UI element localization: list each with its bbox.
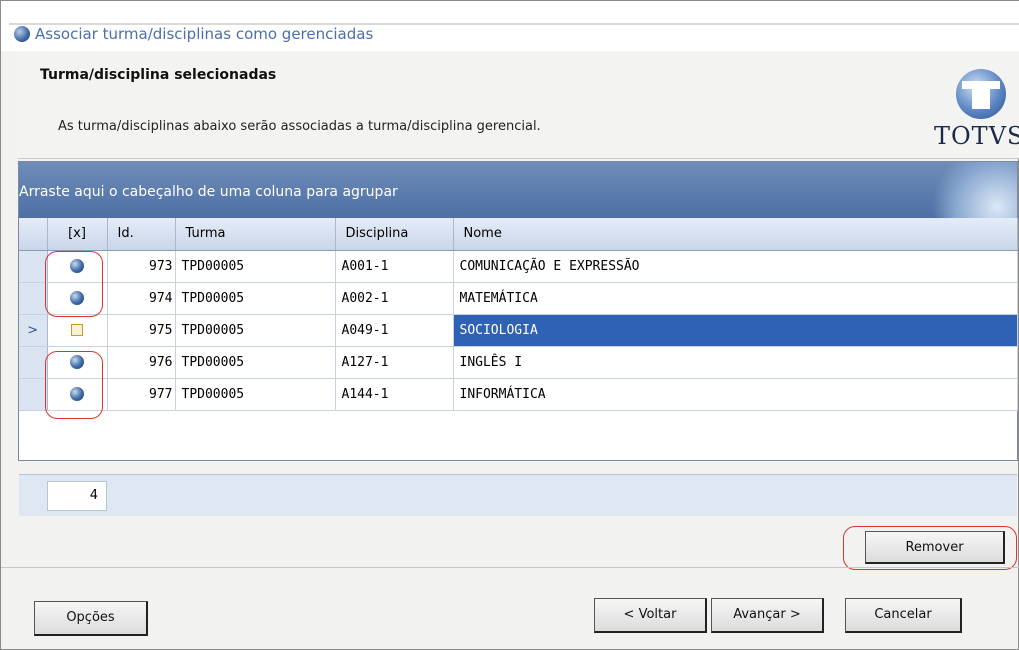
totvs-logo-text: TOTVS — [934, 122, 1019, 150]
row-count: 4 — [47, 481, 107, 511]
cell-id[interactable]: 973 — [107, 250, 176, 283]
column-header-id[interactable]: Id. — [107, 218, 176, 251]
cell-turma[interactable]: TPD00005 — [175, 282, 336, 315]
wizard-window: Associar turma/disciplinas como gerencia… — [0, 0, 1019, 650]
remover-button[interactable]: Remover — [865, 531, 1005, 564]
column-header-turma[interactable]: Turma — [175, 218, 336, 251]
select-cell[interactable] — [47, 378, 108, 411]
select-cell[interactable] — [47, 346, 108, 379]
cell-nome-selected[interactable]: SOCIOLOGIA — [453, 314, 1018, 347]
cell-turma[interactable]: TPD00005 — [175, 378, 336, 411]
column-header-select[interactable]: [x] — [47, 218, 108, 251]
column-header-nome[interactable]: Nome — [453, 218, 1018, 251]
cell-disciplina[interactable]: A127-1 — [335, 346, 454, 379]
cell-nome[interactable]: COMUNICAÇÃO E EXPRESSÃO — [453, 250, 1018, 283]
opcoes-button[interactable]: Opções — [34, 601, 148, 636]
globe-icon[interactable] — [70, 355, 84, 369]
row-indicator-header — [19, 218, 48, 251]
totvs-logo: TOTVS — [924, 59, 1019, 155]
title-bar: Associar turma/disciplinas como gerencia… — [1, 1, 1019, 51]
page-title: Turma/disciplina selecionadas — [40, 67, 277, 83]
table-row[interactable]: 974 TPD00005 A002-1 MATEMÁTICA — [19, 282, 1018, 315]
cell-nome[interactable]: INFORMÁTICA — [453, 378, 1018, 411]
footer-separator — [1, 567, 1019, 568]
row-indicator[interactable] — [19, 346, 48, 379]
totvs-globe-icon — [14, 26, 30, 42]
current-row-indicator-icon[interactable]: > — [19, 314, 48, 347]
cell-disciplina[interactable]: A049-1 — [335, 314, 454, 347]
cell-id[interactable]: 975 — [107, 314, 176, 347]
globe-icon[interactable] — [70, 259, 84, 273]
window-title: Associar turma/disciplinas como gerencia… — [35, 25, 374, 43]
checkbox-icon[interactable] — [71, 324, 83, 336]
grid-table: [x] Id. Turma Disciplina Nome 973 TPD000… — [19, 218, 1018, 411]
wizard-header: Turma/disciplina selecionadas As turma/d… — [18, 51, 1019, 159]
cell-id[interactable]: 977 — [107, 378, 176, 411]
cell-turma[interactable]: TPD00005 — [175, 250, 336, 283]
group-hint: Arraste aqui o cabeçalho de uma coluna p… — [19, 184, 398, 200]
table-row[interactable]: 977 TPD00005 A144-1 INFORMÁTICA — [19, 378, 1018, 411]
table-row[interactable]: 973 TPD00005 A001-1 COMUNICAÇÃO E EXPRES… — [19, 250, 1018, 283]
row-indicator[interactable] — [19, 378, 48, 411]
globe-icon[interactable] — [70, 387, 84, 401]
row-indicator[interactable] — [19, 282, 48, 315]
disciplinas-grid: Arraste aqui o cabeçalho de uma coluna p… — [18, 161, 1018, 516]
grid-footer: 4 — [19, 474, 1017, 516]
column-header-disciplina[interactable]: Disciplina — [335, 218, 454, 251]
voltar-button[interactable]: < Voltar — [594, 598, 707, 633]
select-cell[interactable] — [47, 282, 108, 315]
cell-id[interactable]: 976 — [107, 346, 176, 379]
cell-disciplina[interactable]: A002-1 — [335, 282, 454, 315]
avancar-button[interactable]: Avançar > — [711, 598, 824, 633]
grid-header-row: [x] Id. Turma Disciplina Nome — [19, 218, 1018, 251]
page-description: As turma/disciplinas abaixo serão associ… — [58, 119, 541, 134]
globe-icon[interactable] — [70, 291, 84, 305]
cell-id[interactable]: 974 — [107, 282, 176, 315]
group-bar-decoration-icon — [917, 162, 1017, 218]
totvs-logo-t-icon — [962, 81, 1000, 109]
table-row[interactable]: 976 TPD00005 A127-1 INGLÊS I — [19, 346, 1018, 379]
selected-cell-text[interactable]: SOCIOLOGIA — [453, 314, 1017, 346]
cell-disciplina[interactable]: A144-1 — [335, 378, 454, 411]
cell-nome[interactable]: INGLÊS I — [453, 346, 1018, 379]
cell-turma[interactable]: TPD00005 — [175, 346, 336, 379]
cell-nome[interactable]: MATEMÁTICA — [453, 282, 1018, 315]
select-cell[interactable] — [47, 250, 108, 283]
group-by-area[interactable]: Arraste aqui o cabeçalho de uma coluna p… — [19, 162, 1017, 218]
cancelar-button[interactable]: Cancelar — [845, 598, 962, 633]
row-indicator[interactable] — [19, 250, 48, 283]
table-row-current[interactable]: > 975 TPD00005 A049-1 SOCIOLOGIA — [19, 314, 1018, 347]
cell-turma[interactable]: TPD00005 — [175, 314, 336, 347]
cell-disciplina[interactable]: A001-1 — [335, 250, 454, 283]
select-cell[interactable] — [47, 314, 108, 347]
